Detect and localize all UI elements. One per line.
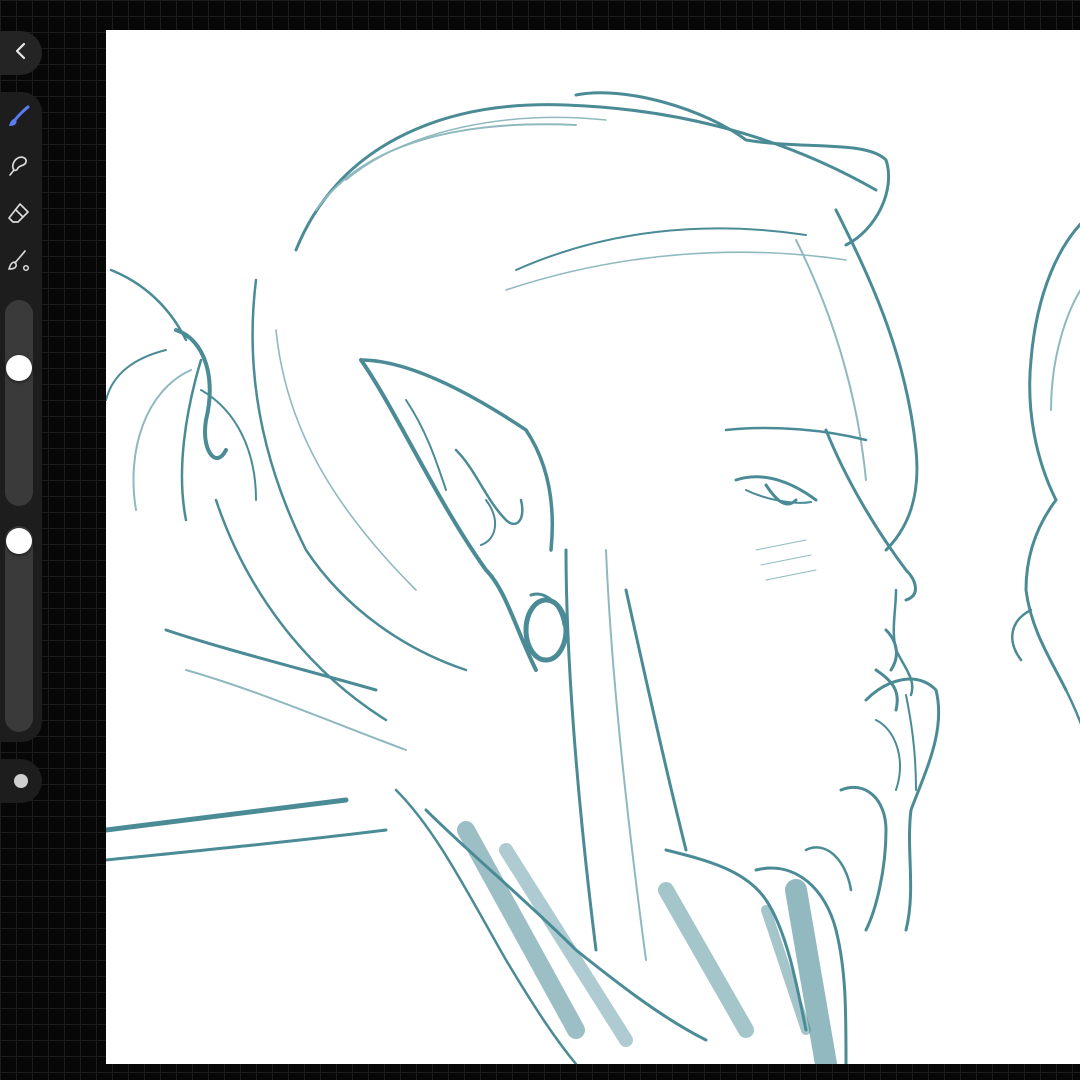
brush-opacity-slider[interactable] [5, 526, 33, 732]
brush-icon [6, 104, 32, 134]
smudge-tool-button[interactable] [4, 152, 34, 182]
fill-tool-button[interactable] [4, 248, 34, 278]
sketch-artwork [106, 91, 1080, 1064]
tool-sidebar [0, 92, 42, 742]
brush-size-slider-thumb[interactable] [6, 354, 32, 381]
eraser-tool-button[interactable] [4, 200, 34, 230]
brush-opacity-slider-thumb[interactable] [6, 528, 32, 554]
brush-tool-button[interactable] [4, 104, 34, 134]
modifier-button[interactable] [0, 759, 42, 803]
chevron-left-icon [14, 42, 28, 64]
eraser-icon [6, 200, 32, 230]
drawing-canvas[interactable] [106, 30, 1080, 1064]
modifier-dot-icon [14, 774, 28, 788]
smudge-icon [6, 152, 32, 182]
fill-brush-icon [6, 248, 32, 278]
back-button[interactable] [0, 31, 42, 75]
brush-size-slider[interactable] [5, 300, 33, 506]
